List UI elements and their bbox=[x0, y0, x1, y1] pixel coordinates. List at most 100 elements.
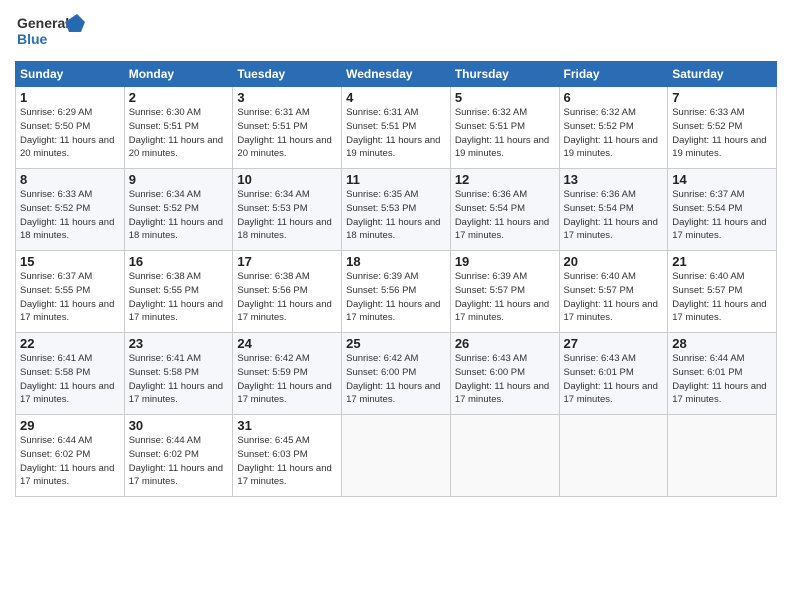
day-info: Sunrise: 6:37 AM Sunset: 5:54 PM Dayligh… bbox=[672, 188, 772, 243]
day-header-tuesday: Tuesday bbox=[233, 62, 342, 87]
sunrise-label: Sunrise: 6:35 AM bbox=[346, 189, 418, 200]
week-row-5: 29 Sunrise: 6:44 AM Sunset: 6:02 PM Dayl… bbox=[16, 415, 777, 497]
sunrise-label: Sunrise: 6:42 AM bbox=[346, 353, 418, 364]
daylight-label: Daylight: 11 hours and 20 minutes. bbox=[129, 135, 223, 160]
day-number: 19 bbox=[455, 254, 555, 269]
sunset-label: Sunset: 5:50 PM bbox=[20, 121, 90, 132]
svg-text:Blue: Blue bbox=[17, 31, 48, 47]
daylight-label: Daylight: 11 hours and 17 minutes. bbox=[237, 299, 331, 324]
day-number: 6 bbox=[564, 90, 664, 105]
day-number: 1 bbox=[20, 90, 120, 105]
calendar-cell: 15 Sunrise: 6:37 AM Sunset: 5:55 PM Dayl… bbox=[16, 251, 125, 333]
sunset-label: Sunset: 5:53 PM bbox=[237, 203, 307, 214]
sunset-label: Sunset: 5:54 PM bbox=[672, 203, 742, 214]
sunrise-label: Sunrise: 6:36 AM bbox=[455, 189, 527, 200]
day-number: 2 bbox=[129, 90, 229, 105]
calendar-cell bbox=[450, 415, 559, 497]
daylight-label: Daylight: 11 hours and 17 minutes. bbox=[20, 381, 114, 406]
sunrise-label: Sunrise: 6:34 AM bbox=[237, 189, 309, 200]
day-info: Sunrise: 6:30 AM Sunset: 5:51 PM Dayligh… bbox=[129, 106, 229, 161]
calendar-cell: 20 Sunrise: 6:40 AM Sunset: 5:57 PM Dayl… bbox=[559, 251, 668, 333]
calendar-cell: 28 Sunrise: 6:44 AM Sunset: 6:01 PM Dayl… bbox=[668, 333, 777, 415]
day-info: Sunrise: 6:44 AM Sunset: 6:02 PM Dayligh… bbox=[20, 434, 120, 489]
calendar-cell: 19 Sunrise: 6:39 AM Sunset: 5:57 PM Dayl… bbox=[450, 251, 559, 333]
sunrise-label: Sunrise: 6:32 AM bbox=[564, 107, 636, 118]
sunset-label: Sunset: 6:00 PM bbox=[455, 367, 525, 378]
calendar-cell: 23 Sunrise: 6:41 AM Sunset: 5:58 PM Dayl… bbox=[124, 333, 233, 415]
day-number: 5 bbox=[455, 90, 555, 105]
calendar-cell: 2 Sunrise: 6:30 AM Sunset: 5:51 PM Dayli… bbox=[124, 87, 233, 169]
day-number: 29 bbox=[20, 418, 120, 433]
sunset-label: Sunset: 6:03 PM bbox=[237, 449, 307, 460]
sunrise-label: Sunrise: 6:41 AM bbox=[20, 353, 92, 364]
calendar-cell: 1 Sunrise: 6:29 AM Sunset: 5:50 PM Dayli… bbox=[16, 87, 125, 169]
sunset-label: Sunset: 5:58 PM bbox=[129, 367, 199, 378]
sunset-label: Sunset: 5:55 PM bbox=[129, 285, 199, 296]
sunset-label: Sunset: 5:57 PM bbox=[672, 285, 742, 296]
sunset-label: Sunset: 5:52 PM bbox=[129, 203, 199, 214]
calendar-cell: 27 Sunrise: 6:43 AM Sunset: 6:01 PM Dayl… bbox=[559, 333, 668, 415]
week-row-1: 1 Sunrise: 6:29 AM Sunset: 5:50 PM Dayli… bbox=[16, 87, 777, 169]
sunset-label: Sunset: 6:02 PM bbox=[20, 449, 90, 460]
calendar-cell: 18 Sunrise: 6:39 AM Sunset: 5:56 PM Dayl… bbox=[342, 251, 451, 333]
calendar-cell: 30 Sunrise: 6:44 AM Sunset: 6:02 PM Dayl… bbox=[124, 415, 233, 497]
sunrise-label: Sunrise: 6:39 AM bbox=[455, 271, 527, 282]
calendar-cell: 5 Sunrise: 6:32 AM Sunset: 5:51 PM Dayli… bbox=[450, 87, 559, 169]
day-number: 18 bbox=[346, 254, 446, 269]
sunset-label: Sunset: 6:01 PM bbox=[672, 367, 742, 378]
sunset-label: Sunset: 5:51 PM bbox=[237, 121, 307, 132]
day-number: 12 bbox=[455, 172, 555, 187]
sunset-label: Sunset: 5:58 PM bbox=[20, 367, 90, 378]
sunset-label: Sunset: 6:02 PM bbox=[129, 449, 199, 460]
sunrise-label: Sunrise: 6:45 AM bbox=[237, 435, 309, 446]
sunset-label: Sunset: 5:52 PM bbox=[20, 203, 90, 214]
daylight-label: Daylight: 11 hours and 19 minutes. bbox=[455, 135, 549, 160]
header-row: SundayMondayTuesdayWednesdayThursdayFrid… bbox=[16, 62, 777, 87]
daylight-label: Daylight: 11 hours and 17 minutes. bbox=[672, 381, 766, 406]
day-number: 24 bbox=[237, 336, 337, 351]
day-info: Sunrise: 6:29 AM Sunset: 5:50 PM Dayligh… bbox=[20, 106, 120, 161]
sunset-label: Sunset: 5:59 PM bbox=[237, 367, 307, 378]
sunrise-label: Sunrise: 6:40 AM bbox=[564, 271, 636, 282]
sunset-label: Sunset: 6:00 PM bbox=[346, 367, 416, 378]
day-info: Sunrise: 6:44 AM Sunset: 6:02 PM Dayligh… bbox=[129, 434, 229, 489]
sunset-label: Sunset: 5:57 PM bbox=[455, 285, 525, 296]
daylight-label: Daylight: 11 hours and 19 minutes. bbox=[346, 135, 440, 160]
sunset-label: Sunset: 5:52 PM bbox=[672, 121, 742, 132]
daylight-label: Daylight: 11 hours and 19 minutes. bbox=[564, 135, 658, 160]
day-number: 11 bbox=[346, 172, 446, 187]
sunset-label: Sunset: 5:52 PM bbox=[564, 121, 634, 132]
daylight-label: Daylight: 11 hours and 17 minutes. bbox=[129, 299, 223, 324]
day-number: 27 bbox=[564, 336, 664, 351]
day-info: Sunrise: 6:40 AM Sunset: 5:57 PM Dayligh… bbox=[564, 270, 664, 325]
sunrise-label: Sunrise: 6:44 AM bbox=[672, 353, 744, 364]
day-info: Sunrise: 6:34 AM Sunset: 5:52 PM Dayligh… bbox=[129, 188, 229, 243]
day-info: Sunrise: 6:39 AM Sunset: 5:56 PM Dayligh… bbox=[346, 270, 446, 325]
calendar-cell: 14 Sunrise: 6:37 AM Sunset: 5:54 PM Dayl… bbox=[668, 169, 777, 251]
week-row-3: 15 Sunrise: 6:37 AM Sunset: 5:55 PM Dayl… bbox=[16, 251, 777, 333]
day-number: 4 bbox=[346, 90, 446, 105]
day-info: Sunrise: 6:44 AM Sunset: 6:01 PM Dayligh… bbox=[672, 352, 772, 407]
sunset-label: Sunset: 5:56 PM bbox=[346, 285, 416, 296]
day-number: 14 bbox=[672, 172, 772, 187]
week-row-4: 22 Sunrise: 6:41 AM Sunset: 5:58 PM Dayl… bbox=[16, 333, 777, 415]
calendar-cell: 25 Sunrise: 6:42 AM Sunset: 6:00 PM Dayl… bbox=[342, 333, 451, 415]
calendar-cell: 22 Sunrise: 6:41 AM Sunset: 5:58 PM Dayl… bbox=[16, 333, 125, 415]
sunrise-label: Sunrise: 6:29 AM bbox=[20, 107, 92, 118]
daylight-label: Daylight: 11 hours and 17 minutes. bbox=[564, 217, 658, 242]
day-number: 20 bbox=[564, 254, 664, 269]
day-info: Sunrise: 6:42 AM Sunset: 5:59 PM Dayligh… bbox=[237, 352, 337, 407]
calendar-cell bbox=[668, 415, 777, 497]
day-header-saturday: Saturday bbox=[668, 62, 777, 87]
day-number: 8 bbox=[20, 172, 120, 187]
day-info: Sunrise: 6:41 AM Sunset: 5:58 PM Dayligh… bbox=[129, 352, 229, 407]
day-header-friday: Friday bbox=[559, 62, 668, 87]
sunrise-label: Sunrise: 6:44 AM bbox=[129, 435, 201, 446]
day-info: Sunrise: 6:32 AM Sunset: 5:51 PM Dayligh… bbox=[455, 106, 555, 161]
calendar-cell: 4 Sunrise: 6:31 AM Sunset: 5:51 PM Dayli… bbox=[342, 87, 451, 169]
sunset-label: Sunset: 5:51 PM bbox=[346, 121, 416, 132]
calendar-cell: 13 Sunrise: 6:36 AM Sunset: 5:54 PM Dayl… bbox=[559, 169, 668, 251]
daylight-label: Daylight: 11 hours and 17 minutes. bbox=[129, 381, 223, 406]
sunrise-label: Sunrise: 6:34 AM bbox=[129, 189, 201, 200]
day-info: Sunrise: 6:32 AM Sunset: 5:52 PM Dayligh… bbox=[564, 106, 664, 161]
